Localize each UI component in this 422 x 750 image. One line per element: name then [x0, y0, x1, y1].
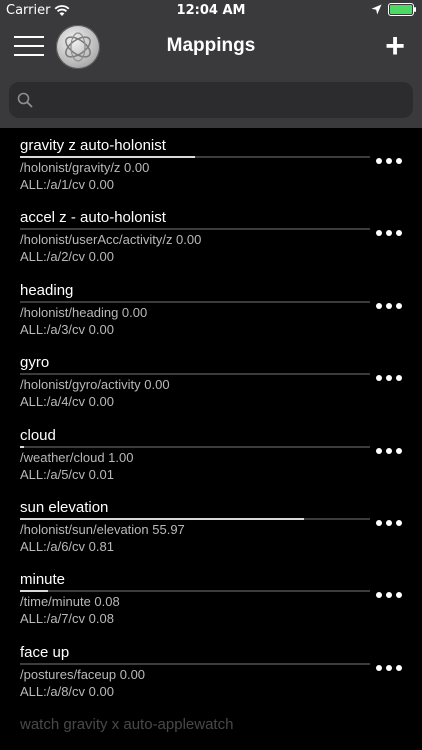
mapping-destination: ALL:/a/7/cv 0.08	[20, 611, 114, 627]
more-dot	[386, 447, 392, 454]
more-dot	[386, 230, 392, 237]
more-dot	[396, 158, 402, 164]
mapping-source: /time/minute 0.08	[20, 594, 120, 610]
battery-icon	[388, 3, 416, 16]
more-dot	[396, 592, 402, 599]
mapping-destination: ALL:/a/4/cv 0.00	[20, 394, 114, 410]
more-dot	[396, 447, 402, 454]
more-dot	[376, 375, 382, 382]
search-icon	[17, 92, 33, 108]
mapping-source: /weather/cloud 1.00	[20, 449, 134, 465]
mapping-level-track	[20, 590, 370, 593]
mapping-source: /holonist/gravity/z 0.00	[20, 160, 150, 175]
mapping-destination: ALL:/a/3/cv 0.00	[20, 321, 114, 337]
battery-level	[390, 5, 412, 14]
location-arrow-icon	[371, 4, 382, 15]
mapping-level-track	[20, 300, 370, 303]
more-options-icon[interactable]	[376, 661, 402, 675]
more-dot	[396, 230, 402, 237]
more-dot	[396, 302, 402, 309]
mapping-source: /holonist/gyro/activity 0.00	[20, 377, 170, 393]
more-dot	[386, 158, 392, 164]
mapping-row[interactable]: gravity z auto-holonist/holonist/gravity…	[0, 128, 422, 200]
mapping-source: /postures/faceup 0.00	[20, 666, 146, 682]
mapping-destination: ALL:/a/2/cv 0.00	[20, 249, 114, 265]
mapping-level-fill	[20, 156, 195, 158]
mapping-row[interactable]: minute/time/minute 0.08 ALL:/a/7/cv 0.08	[0, 562, 422, 634]
more-options-icon[interactable]	[376, 516, 402, 530]
navigation-bar: Mappings +	[0, 22, 422, 72]
more-dot	[386, 375, 392, 382]
mapping-name: face up	[20, 643, 70, 661]
status-right	[371, 3, 416, 16]
more-options-icon[interactable]	[376, 299, 402, 313]
more-options-icon[interactable]	[376, 588, 402, 602]
mapping-name: gyro	[20, 354, 50, 372]
mapping-destination: ALL:/a/8/cv 0.00	[20, 683, 114, 699]
more-dot	[376, 302, 382, 309]
more-options-icon[interactable]	[376, 154, 402, 168]
more-dot	[376, 592, 382, 599]
mapping-row[interactable]: face up/postures/faceup 0.00 ALL:/a/8/cv …	[0, 635, 422, 707]
mapping-name: cloud	[20, 426, 56, 444]
mapping-source: /holonist/sun/elevation 55.97	[20, 522, 185, 537]
mapping-name: sun elevation	[20, 499, 109, 516]
add-mapping-button[interactable]: +	[382, 28, 408, 64]
mapping-destination: ALL:/a/6/cv 0.81	[20, 539, 114, 554]
more-dot	[396, 664, 402, 671]
mapping-level-fill	[20, 518, 304, 520]
mapping-level-fill	[20, 590, 48, 593]
mapping-name: heading	[20, 281, 74, 299]
more-dot	[376, 158, 382, 164]
mapping-name: watch gravity x auto-applewatch	[20, 716, 234, 734]
more-dot	[376, 664, 382, 671]
mapping-name: accel z - auto-holonist	[20, 209, 166, 227]
mapping-level-track	[20, 445, 370, 448]
mapping-level-fill	[20, 445, 24, 448]
mapping-name: minute	[20, 571, 66, 589]
mapping-destination: ALL:/a/5/cv 0.01	[20, 466, 114, 482]
mapping-row[interactable]: gyro/holonist/gyro/activity 0.00 ALL:/a/4…	[0, 345, 422, 417]
mapping-level-track	[20, 156, 370, 158]
search-input[interactable]	[41, 88, 405, 114]
more-dot	[396, 375, 402, 382]
status-bar: Carrier 12:04 AM	[0, 0, 422, 22]
mapping-level-track	[20, 518, 370, 520]
more-dot	[376, 520, 382, 526]
more-options-icon[interactable]	[376, 226, 402, 240]
mapping-row[interactable]: cloud/weather/cloud 1.00 ALL:/a/5/cv 0.01	[0, 418, 422, 490]
more-dot	[386, 592, 392, 599]
mapping-destination: ALL:/a/1/cv 0.00	[20, 177, 114, 192]
more-dot	[386, 664, 392, 671]
search-bar	[0, 72, 422, 128]
mapping-level-track	[20, 662, 370, 665]
mapping-source: /holonist/userAcc/activity/z 0.00	[20, 232, 202, 248]
more-options-icon[interactable]	[376, 371, 402, 385]
mapping-name: gravity z auto-holonist	[20, 137, 166, 154]
mapping-row[interactable]: heading/holonist/heading 0.00 ALL:/a/3/cv…	[0, 273, 422, 345]
mapping-source: /holonist/heading 0.00	[20, 304, 148, 320]
mapping-row[interactable]: watch gravity x auto-applewatch	[0, 707, 422, 750]
mapping-level-track	[20, 373, 370, 376]
search-field[interactable]	[9, 82, 413, 118]
more-options-icon[interactable]	[376, 444, 402, 458]
mapping-level-track	[20, 228, 370, 231]
more-dot	[386, 302, 392, 309]
more-dot	[376, 230, 382, 237]
more-dot	[396, 520, 402, 526]
page-title: Mappings	[166, 35, 256, 56]
more-dot	[376, 447, 382, 454]
mapping-row[interactable]: accel z - auto-holonist/holonist/userAcc…	[0, 200, 422, 272]
status-time: 12:04 AM	[176, 3, 246, 18]
mapping-list[interactable]: gravity z auto-holonist/holonist/gravity…	[0, 128, 422, 750]
more-dot	[386, 520, 392, 526]
mapping-row[interactable]: sun elevation/holonist/sun/elevation 55.…	[0, 490, 422, 562]
